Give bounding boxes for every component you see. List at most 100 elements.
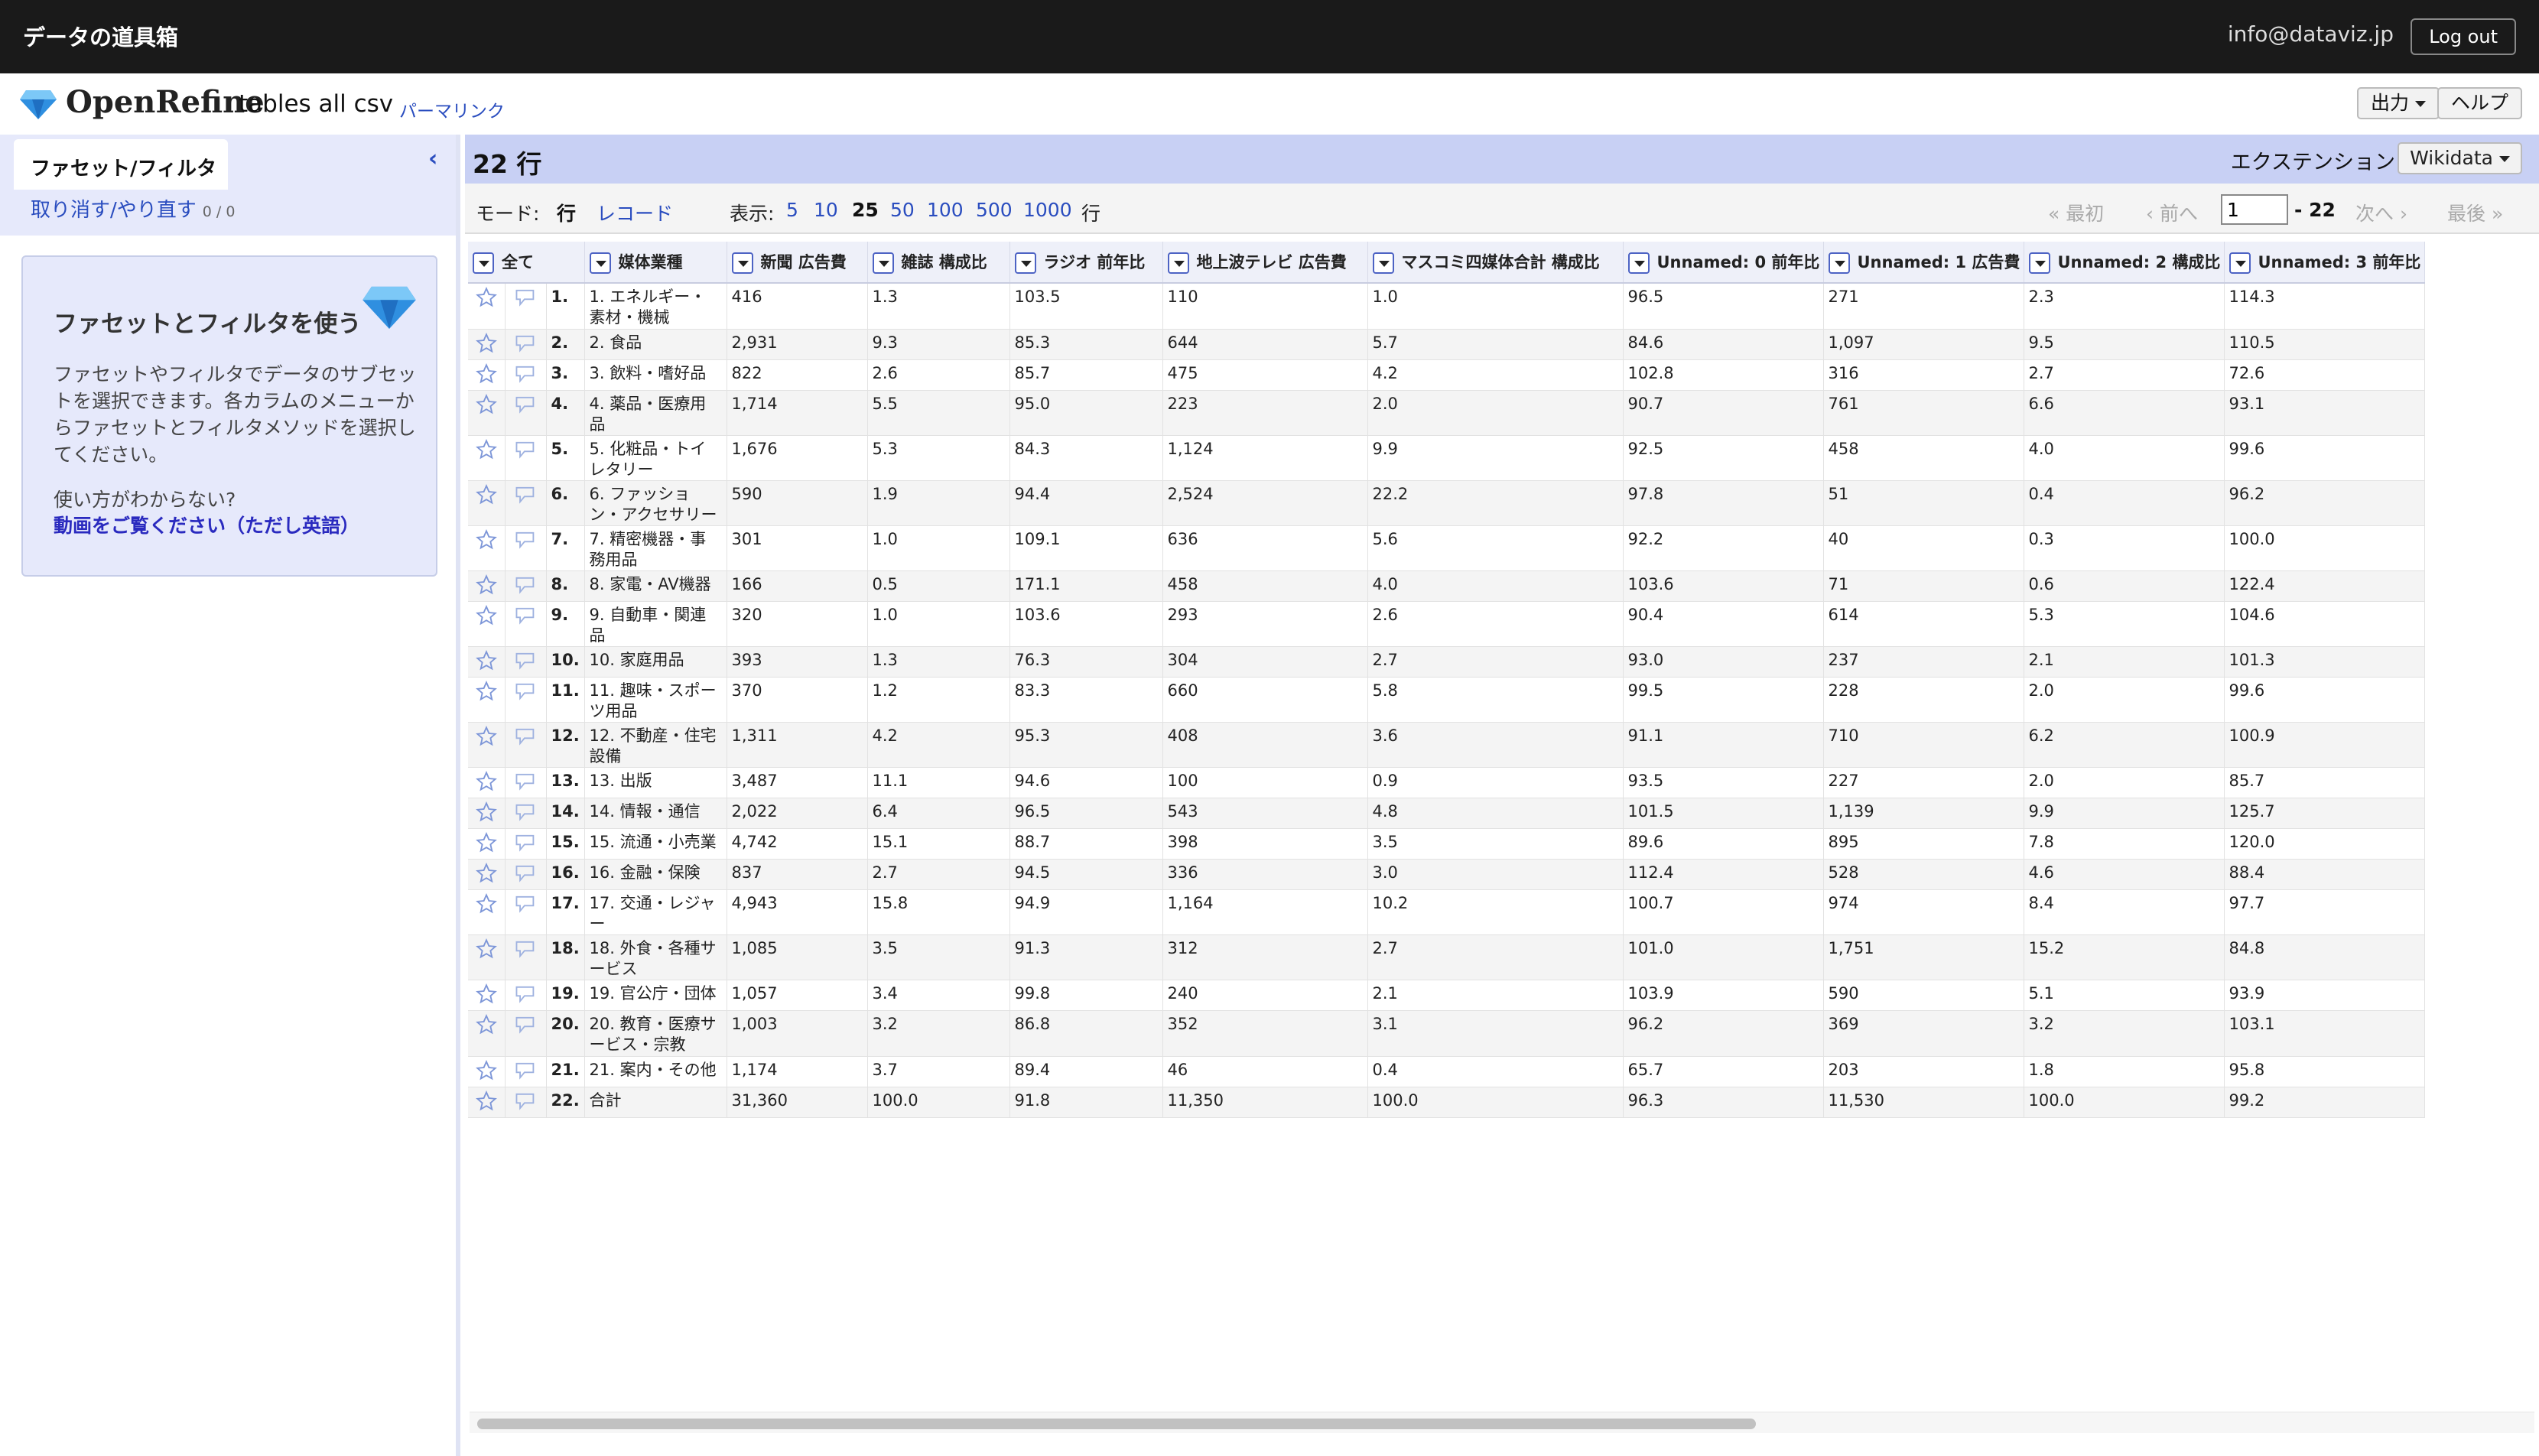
table-cell[interactable]: 1.0: [867, 601, 1010, 647]
flag-row-icon[interactable]: [505, 798, 547, 829]
table-cell[interactable]: 293: [1162, 601, 1368, 647]
table-cell[interactable]: 822: [727, 359, 868, 391]
table-cell[interactable]: 2.6: [867, 359, 1010, 391]
table-cell[interactable]: 1,174: [727, 1056, 868, 1087]
flag-row-icon[interactable]: [505, 601, 547, 647]
table-cell[interactable]: 83.3: [1009, 677, 1163, 723]
table-cell[interactable]: 408: [1162, 722, 1368, 768]
star-row-icon[interactable]: [468, 1056, 506, 1087]
table-cell[interactable]: 5.8: [1367, 677, 1624, 723]
table-cell[interactable]: 5.6: [1367, 525, 1624, 571]
table-cell[interactable]: 96.5: [1623, 283, 1824, 330]
table-cell[interactable]: 8. 家電・AV機器: [584, 570, 727, 602]
table-cell[interactable]: 9.3: [867, 329, 1010, 360]
mode-rows[interactable]: 行: [557, 199, 576, 226]
column-header-2[interactable]: 新聞 広告費: [727, 242, 868, 284]
table-cell[interactable]: 4.0: [2024, 435, 2225, 481]
table-cell[interactable]: 19. 官公庁・団体: [584, 980, 727, 1011]
table-cell[interactable]: 20. 教育・医療サービス・宗教: [584, 1010, 727, 1057]
table-cell[interactable]: 1,751: [1823, 934, 2024, 980]
table-cell[interactable]: 393: [727, 646, 868, 678]
table-cell[interactable]: 6. ファッション・アクセサリー: [584, 480, 727, 526]
star-row-icon[interactable]: [468, 1010, 506, 1057]
table-cell[interactable]: 1.3: [867, 646, 1010, 678]
table-cell[interactable]: 15.1: [867, 828, 1010, 860]
table-cell[interactable]: 416: [727, 283, 868, 330]
table-cell[interactable]: 31,360: [727, 1087, 868, 1118]
row-index[interactable]: 20.: [546, 1010, 585, 1057]
table-cell[interactable]: 166: [727, 570, 868, 602]
table-cell[interactable]: 3,487: [727, 767, 868, 798]
table-cell[interactable]: 228: [1823, 677, 2024, 723]
table-cell[interactable]: 2.7: [1367, 646, 1624, 678]
table-cell[interactable]: 22.2: [1367, 480, 1624, 526]
flag-row-icon[interactable]: [505, 390, 547, 436]
table-cell[interactable]: 2.7: [1367, 934, 1624, 980]
row-index[interactable]: 22.: [546, 1087, 585, 1118]
table-cell[interactable]: 710: [1823, 722, 2024, 768]
site-title[interactable]: データの道具箱: [23, 20, 178, 52]
table-cell[interactable]: 9.9: [1367, 435, 1624, 481]
flag-row-icon[interactable]: [505, 283, 547, 330]
row-index[interactable]: 11.: [546, 677, 585, 723]
table-cell[interactable]: 11. 趣味・スポーツ用品: [584, 677, 727, 723]
mode-records[interactable]: レコード: [597, 199, 673, 226]
star-row-icon[interactable]: [468, 525, 506, 571]
table-cell[interactable]: 5.1: [2024, 980, 2225, 1011]
table-cell[interactable]: 95.0: [1009, 390, 1163, 436]
row-index[interactable]: 19.: [546, 980, 585, 1011]
star-row-icon[interactable]: [468, 359, 506, 391]
star-row-icon[interactable]: [468, 722, 506, 768]
table-cell[interactable]: 5.5: [867, 390, 1010, 436]
column-dropdown-icon[interactable]: [2229, 252, 2251, 274]
table-cell[interactable]: 71: [1823, 570, 2024, 602]
row-index[interactable]: 17.: [546, 889, 585, 935]
table-cell[interactable]: 1.9: [867, 480, 1010, 526]
table-cell[interactable]: 94.9: [1009, 889, 1163, 935]
column-header-9[interactable]: Unnamed: 2 構成比: [2024, 242, 2225, 284]
table-cell[interactable]: 合計: [584, 1087, 727, 1118]
column-header-5[interactable]: 地上波テレビ 広告費: [1162, 242, 1368, 284]
column-header-7[interactable]: Unnamed: 0 前年比: [1623, 242, 1824, 284]
last-page-link[interactable]: 最後 »: [2447, 199, 2503, 226]
table-cell[interactable]: 370: [727, 677, 868, 723]
collapse-panel-icon[interactable]: ‹: [428, 145, 437, 172]
row-index[interactable]: 2.: [546, 329, 585, 360]
table-cell[interactable]: 91.3: [1009, 934, 1163, 980]
table-cell[interactable]: 51: [1823, 480, 2024, 526]
row-index[interactable]: 8.: [546, 570, 585, 602]
column-header-3[interactable]: 雑誌 構成比: [867, 242, 1010, 284]
logout-button[interactable]: Log out: [2411, 18, 2516, 55]
table-cell[interactable]: 9. 自動車・関連品: [584, 601, 727, 647]
table-cell[interactable]: 88.7: [1009, 828, 1163, 860]
column-header-4[interactable]: ラジオ 前年比: [1009, 242, 1163, 284]
table-cell[interactable]: 1,097: [1823, 329, 2024, 360]
table-cell[interactable]: 4,943: [727, 889, 868, 935]
star-row-icon[interactable]: [468, 480, 506, 526]
table-cell[interactable]: 100.9: [2224, 722, 2425, 768]
column-dropdown-icon[interactable]: [1627, 252, 1650, 274]
flag-row-icon[interactable]: [505, 677, 547, 723]
table-cell[interactable]: 761: [1823, 390, 2024, 436]
row-index[interactable]: 10.: [546, 646, 585, 678]
table-cell[interactable]: 88.4: [2224, 859, 2425, 890]
table-cell[interactable]: 3. 飲料・嗜好品: [584, 359, 727, 391]
star-row-icon[interactable]: [468, 601, 506, 647]
table-cell[interactable]: 90.7: [1623, 390, 1824, 436]
page-size-1000[interactable]: 1000: [1023, 199, 1072, 221]
table-cell[interactable]: 2.7: [2024, 359, 2225, 391]
column-header-10[interactable]: Unnamed: 3 前年比: [2224, 242, 2425, 284]
row-index[interactable]: 6.: [546, 480, 585, 526]
table-cell[interactable]: 1.2: [867, 677, 1010, 723]
table-cell[interactable]: 84.8: [2224, 934, 2425, 980]
table-cell[interactable]: 458: [1823, 435, 2024, 481]
table-cell[interactable]: 112.4: [1623, 859, 1824, 890]
flag-row-icon[interactable]: [505, 767, 547, 798]
flag-row-icon[interactable]: [505, 480, 547, 526]
table-cell[interactable]: 6.4: [867, 798, 1010, 829]
first-page-link[interactable]: « 最初: [2048, 199, 2104, 226]
table-cell[interactable]: 94.6: [1009, 767, 1163, 798]
table-cell[interactable]: 0.9: [1367, 767, 1624, 798]
table-cell[interactable]: 4.8: [1367, 798, 1624, 829]
prev-page-link[interactable]: ‹ 前へ: [2146, 199, 2198, 226]
